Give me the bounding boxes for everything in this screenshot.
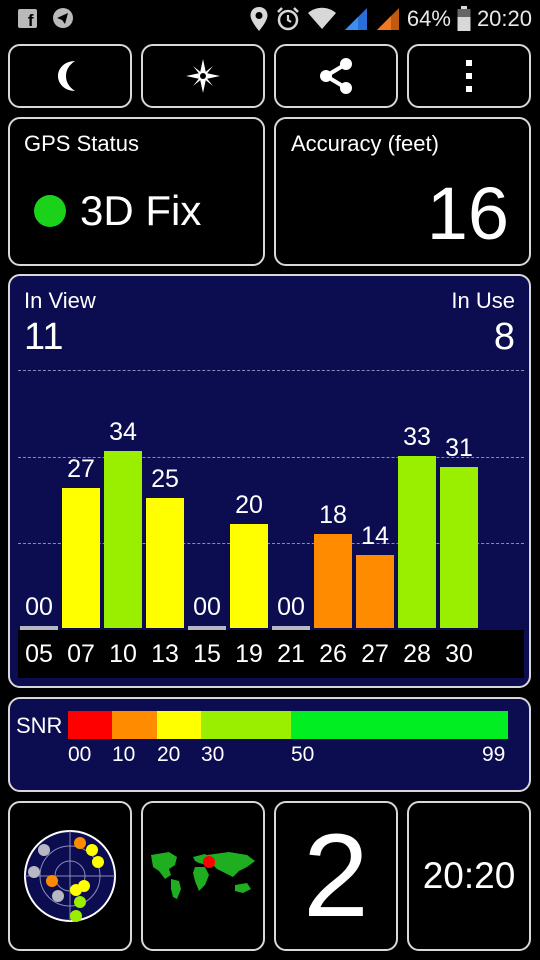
satellite-prn-label: 15 [193, 640, 221, 668]
share-icon [320, 58, 352, 94]
menu-button[interactable] [407, 44, 531, 108]
more-vert-icon [466, 60, 472, 92]
world-map-icon [147, 849, 259, 903]
signal-bar [146, 498, 184, 628]
satellite-prn-label: 21 [277, 640, 305, 668]
snr-color-segment [201, 711, 291, 739]
in-use-count: 8 [493, 316, 515, 358]
snr-tick-label: 30 [201, 743, 225, 766]
compass-icon [186, 59, 220, 93]
satellite-prn-label: 05 [25, 640, 53, 668]
satellite-prn-label: 19 [235, 640, 263, 668]
map-button[interactable] [141, 801, 265, 951]
sky-view-icon [24, 830, 116, 922]
fix-indicator [34, 195, 66, 227]
accuracy-title: Accuracy (feet) [291, 131, 439, 156]
facebook-icon: f [16, 7, 38, 29]
bar-value-label: 14 [361, 522, 389, 550]
snr-color-segment [112, 711, 157, 739]
satellite-signal-panel[interactable]: In View 11 In Use 8 00 27 34 25 00 20 00 18 14 33… [8, 274, 531, 688]
signal-bar [398, 456, 436, 628]
snr-tick-label: 10 [112, 743, 136, 766]
signal-bar [440, 467, 478, 628]
snr-tick-label: 00 [68, 743, 92, 766]
share-button[interactable] [274, 44, 398, 108]
signal-bar [314, 534, 352, 628]
big-number: 2 [303, 810, 369, 942]
moon-icon [58, 61, 75, 91]
accuracy-value: 16 [426, 172, 509, 255]
big-number-tile[interactable]: 2 [274, 801, 398, 951]
clock-tile[interactable]: 20:20 [407, 801, 531, 951]
compass-button[interactable] [141, 44, 265, 108]
bar-value-label: 27 [67, 455, 95, 483]
bar-value-label: 34 [109, 418, 137, 446]
battery-percent: 64% [406, 6, 451, 31]
in-use-label: In Use [451, 288, 515, 313]
bar-value-label: 20 [235, 491, 263, 519]
wifi-icon [307, 7, 336, 29]
bar-value-label: 00 [193, 593, 221, 621]
snr-tick-label: 20 [157, 743, 181, 766]
satellite-prn-label: 30 [445, 640, 473, 668]
signal-bar [62, 488, 100, 628]
clock-time: 20:20 [422, 855, 516, 896]
snr-legend-panel: SNR 00 10 20 30 50 99 [8, 697, 531, 792]
snr-tick-label: 50 [291, 743, 315, 766]
signal-bar [356, 555, 394, 628]
snr-color-segment [157, 711, 201, 739]
location-icon [250, 7, 268, 31]
night-mode-button[interactable] [8, 44, 132, 108]
sky-view-button[interactable] [8, 801, 132, 951]
signal-icon [376, 8, 399, 30]
battery-icon [457, 6, 471, 31]
satellite-prn-label: 13 [151, 640, 179, 668]
signal-icon [344, 8, 367, 30]
in-view-label: In View [24, 288, 96, 313]
snr-color-segment [291, 711, 508, 739]
grid-line [18, 370, 524, 371]
in-view-count: 11 [24, 316, 64, 358]
snr-color-segment [68, 711, 112, 739]
gps-fix-value: 3D Fix [80, 187, 202, 234]
bar-value-label: 25 [151, 465, 179, 493]
satellite-prn-label: 10 [109, 640, 137, 668]
gps-status-title: GPS Status [24, 131, 139, 156]
bar-value-label: 18 [319, 501, 347, 529]
alarm-icon [277, 7, 299, 31]
signal-bar [104, 451, 142, 628]
signal-bar [230, 524, 268, 628]
bar-value-label: 00 [25, 593, 53, 621]
satellite-prn-label: 26 [319, 640, 347, 668]
prn-strip: 05 07 10 13 15 19 21 26 27 28 30 [18, 630, 524, 678]
status-time: 20:20 [476, 6, 532, 31]
snr-label: SNR [16, 713, 63, 738]
satellite-prn-label: 27 [361, 640, 389, 668]
status-bar: f 64% 20:20 [0, 0, 540, 38]
bar-value-label: 31 [445, 434, 473, 462]
telegram-icon [52, 7, 74, 29]
snr-tick-label: 99 [482, 743, 506, 766]
bar-value-label: 33 [403, 423, 431, 451]
satellite-prn-label: 28 [403, 640, 431, 668]
bar-value-label: 00 [277, 593, 305, 621]
satellite-prn-label: 07 [67, 640, 95, 668]
accuracy-panel[interactable]: Accuracy (feet) 16 [274, 117, 531, 266]
gps-status-panel[interactable]: GPS Status 3D Fix [8, 117, 265, 266]
